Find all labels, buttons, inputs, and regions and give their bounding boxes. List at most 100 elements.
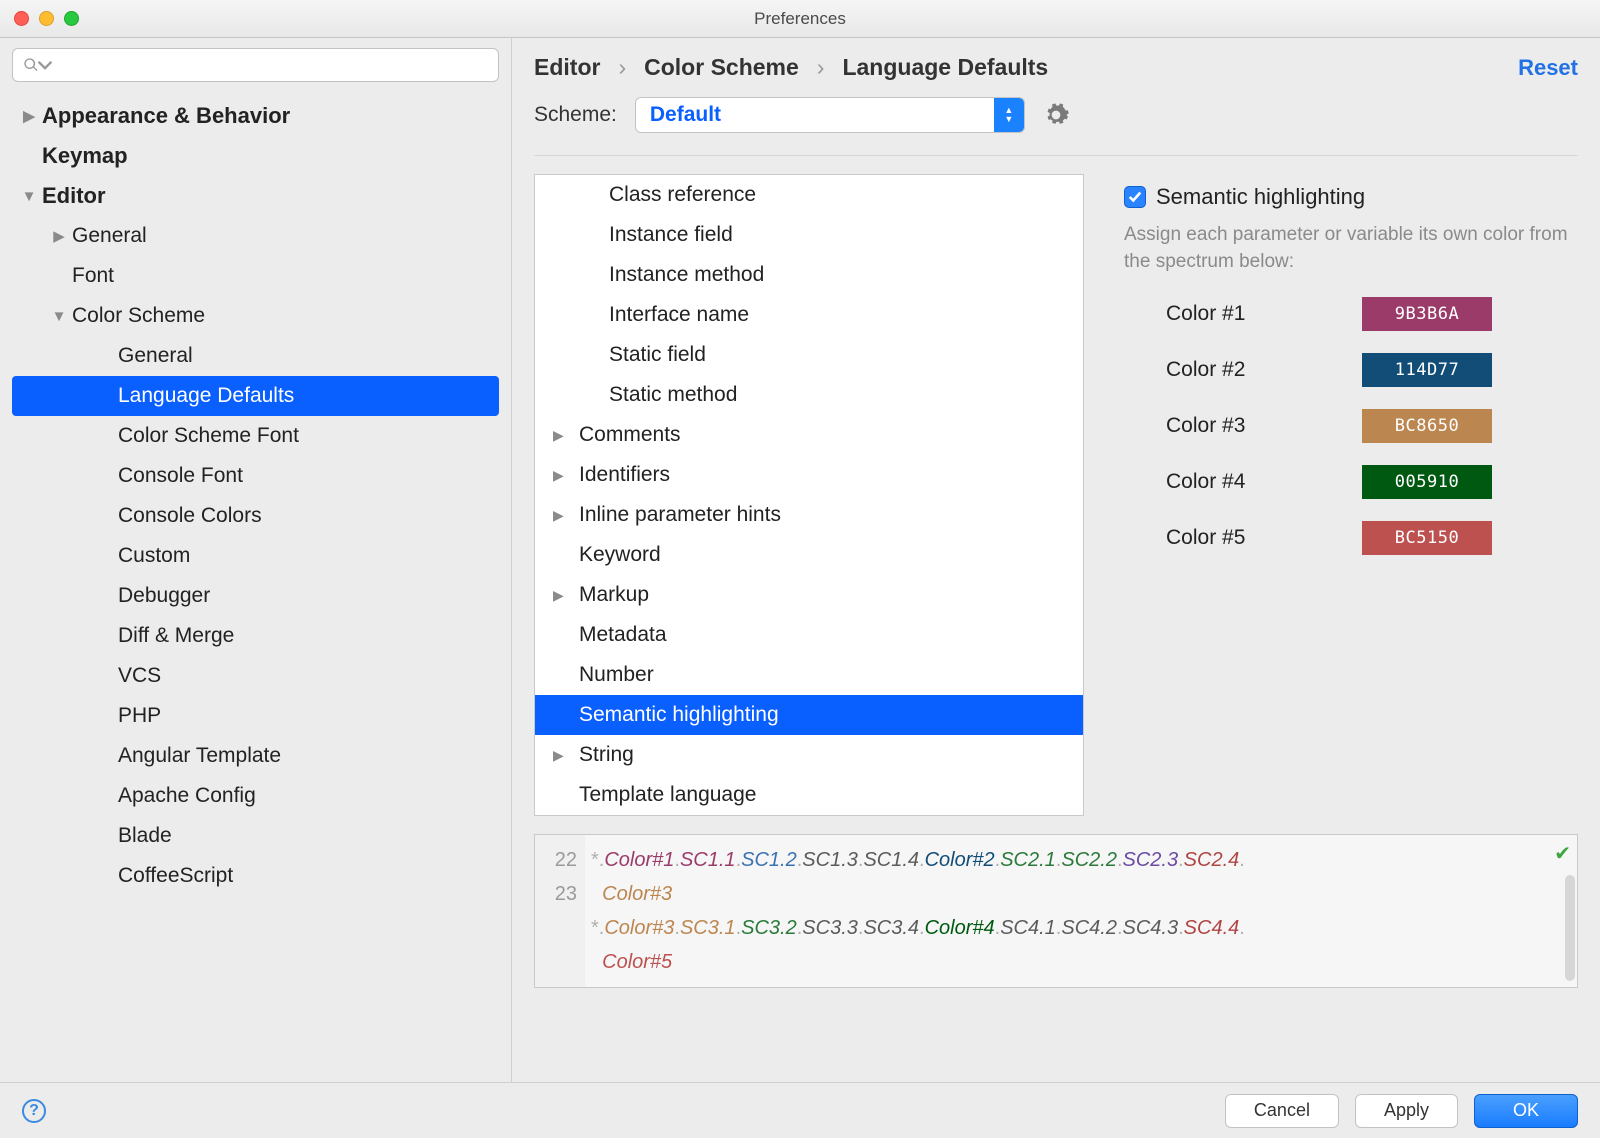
- help-text: Assign each parameter or variable its ow…: [1124, 222, 1578, 275]
- sidebar-item-custom[interactable]: ▶Custom: [12, 536, 499, 576]
- attribute-label: Instance method: [609, 263, 764, 287]
- crumb-3[interactable]: Language Defaults: [842, 54, 1048, 81]
- sidebar-item-label: General: [118, 344, 193, 368]
- window-title: Preferences: [0, 9, 1600, 29]
- sidebar-item-label: Font: [72, 264, 114, 288]
- attribute-inline-parameter-hints[interactable]: ▶Inline parameter hints: [535, 495, 1083, 535]
- chevron-right-icon: ▶: [553, 467, 579, 484]
- sidebar-item-blade[interactable]: ▶Blade: [12, 816, 499, 856]
- sidebar-item-angular-template[interactable]: ▶Angular Template: [12, 736, 499, 776]
- line-number: 22: [535, 843, 577, 877]
- gutter: 22 23: [535, 835, 585, 987]
- footer: ? Cancel Apply OK: [0, 1082, 1600, 1138]
- sidebar-item-general[interactable]: ▶General: [12, 216, 499, 256]
- sidebar-item-language-defaults[interactable]: ▶Language Defaults: [12, 376, 499, 416]
- sidebar-item-keymap[interactable]: ▶Keymap: [12, 136, 499, 176]
- color-entry-3: Color #3 BC8650: [1124, 409, 1578, 443]
- sidebar-item-general[interactable]: ▶General: [12, 336, 499, 376]
- divider: [534, 155, 1578, 156]
- ok-button[interactable]: OK: [1474, 1094, 1578, 1128]
- titlebar: Preferences: [0, 0, 1600, 38]
- attribute-identifiers[interactable]: ▶Identifiers: [535, 455, 1083, 495]
- color-swatch[interactable]: BC5150: [1362, 521, 1492, 555]
- color-label: Color #1: [1166, 302, 1336, 326]
- sidebar-item-label: Console Font: [118, 464, 243, 488]
- cancel-button[interactable]: Cancel: [1225, 1094, 1339, 1128]
- attribute-keyword[interactable]: ▶Keyword: [535, 535, 1083, 575]
- sidebar-item-apache-config[interactable]: ▶Apache Config: [12, 776, 499, 816]
- color-label: Color #5: [1166, 526, 1336, 550]
- sidebar-item-label: Color Scheme: [72, 304, 205, 328]
- sidebar-item-diff-merge[interactable]: ▶Diff & Merge: [12, 616, 499, 656]
- attribute-instance-field[interactable]: ▶Instance field: [535, 215, 1083, 255]
- attribute-markup[interactable]: ▶Markup: [535, 575, 1083, 615]
- attribute-instance-method[interactable]: ▶Instance method: [535, 255, 1083, 295]
- sidebar-item-color-scheme-font[interactable]: ▶Color Scheme Font: [12, 416, 499, 456]
- attribute-label: Static field: [609, 343, 706, 367]
- color-swatch[interactable]: 9B3B6A: [1362, 297, 1492, 331]
- attribute-label: Metadata: [579, 623, 667, 647]
- chevron-down-icon: ▼: [46, 308, 72, 325]
- sidebar-item-debugger[interactable]: ▶Debugger: [12, 576, 499, 616]
- attribute-interface-name[interactable]: ▶Interface name: [535, 295, 1083, 335]
- search-input[interactable]: [12, 48, 499, 82]
- sidebar-item-editor[interactable]: ▼Editor: [12, 176, 499, 216]
- options-pane: Semantic highlighting Assign each parame…: [1124, 174, 1578, 816]
- color-entry-2: Color #2114D77: [1124, 353, 1578, 387]
- sidebar-item-label: Diff & Merge: [118, 624, 234, 648]
- attribute-class-reference[interactable]: ▶Class reference: [535, 175, 1083, 215]
- sidebar-item-label: Blade: [118, 824, 172, 848]
- attribute-comments[interactable]: ▶Comments: [535, 415, 1083, 455]
- chevron-right-icon: ›: [618, 54, 626, 81]
- color-swatch[interactable]: 005910: [1362, 465, 1492, 499]
- color-swatch[interactable]: 114D77: [1362, 353, 1492, 387]
- code-preview: 22 23 *.Color#1.SC1.1.SC1.2.SC1.3.SC1.4.…: [534, 834, 1578, 988]
- color-swatch[interactable]: BC8650: [1362, 409, 1492, 443]
- chevron-right-icon: ▶: [46, 227, 72, 245]
- attribute-static-field[interactable]: ▶Static field: [535, 335, 1083, 375]
- sidebar-item-console-colors[interactable]: ▶Console Colors: [12, 496, 499, 536]
- color-label: Color #3: [1166, 414, 1336, 438]
- sidebar-item-label: VCS: [118, 664, 161, 688]
- sidebar-item-color-scheme[interactable]: ▼Color Scheme: [12, 296, 499, 336]
- sidebar-item-php[interactable]: ▶PHP: [12, 696, 499, 736]
- attribute-label: Interface name: [609, 303, 749, 327]
- sidebar-item-label: Custom: [118, 544, 190, 568]
- sidebar-item-console-font[interactable]: ▶Console Font: [12, 456, 499, 496]
- check-icon: ✔: [1554, 841, 1571, 866]
- sidebar-item-coffeescript[interactable]: ▶CoffeeScript: [12, 856, 499, 896]
- semantic-highlighting-checkbox[interactable]: [1124, 186, 1146, 208]
- apply-button[interactable]: Apply: [1355, 1094, 1458, 1128]
- attribute-string[interactable]: ▶String: [535, 735, 1083, 775]
- semantic-highlighting-label: Semantic highlighting: [1156, 184, 1365, 210]
- sidebar-item-vcs[interactable]: ▶VCS: [12, 656, 499, 696]
- attribute-static-method[interactable]: ▶Static method: [535, 375, 1083, 415]
- breadcrumb: Editor › Color Scheme › Language Default…: [534, 54, 1578, 81]
- reset-link[interactable]: Reset: [1518, 55, 1578, 81]
- chevron-down-icon: [37, 57, 53, 73]
- chevron-right-icon: ▶: [553, 747, 579, 764]
- color-entry-5: Color #5 BC5150: [1124, 521, 1578, 555]
- scrollbar[interactable]: [1565, 875, 1575, 981]
- attribute-tree[interactable]: ▶Class reference▶Instance field▶Instance…: [534, 174, 1084, 816]
- sidebar-item-label: Editor: [42, 183, 106, 209]
- attribute-semantic-highlighting[interactable]: ▶Semantic highlighting: [535, 695, 1083, 735]
- scheme-label: Scheme:: [534, 103, 617, 127]
- scheme-select[interactable]: Default ▲▼: [635, 97, 1025, 133]
- chevron-right-icon: ▶: [16, 107, 42, 125]
- chevron-right-icon: ▶: [553, 427, 579, 444]
- attribute-label: Inline parameter hints: [579, 503, 781, 527]
- attribute-number[interactable]: ▶Number: [535, 655, 1083, 695]
- crumb-1[interactable]: Editor: [534, 54, 600, 81]
- chevron-right-icon: ▶: [553, 507, 579, 524]
- crumb-2[interactable]: Color Scheme: [644, 54, 799, 81]
- color-entry-1: Color #1 9B3B6A: [1124, 297, 1578, 331]
- attribute-label: Static method: [609, 383, 737, 407]
- attribute-template-language[interactable]: ▶Template language: [535, 775, 1083, 815]
- gear-icon[interactable]: [1043, 102, 1069, 128]
- help-button[interactable]: ?: [22, 1099, 46, 1123]
- sidebar-item-appearance-behavior[interactable]: ▶Appearance & Behavior: [12, 96, 499, 136]
- sidebar-item-label: Color Scheme Font: [118, 424, 299, 448]
- sidebar-item-font[interactable]: ▶Font: [12, 256, 499, 296]
- attribute-metadata[interactable]: ▶Metadata: [535, 615, 1083, 655]
